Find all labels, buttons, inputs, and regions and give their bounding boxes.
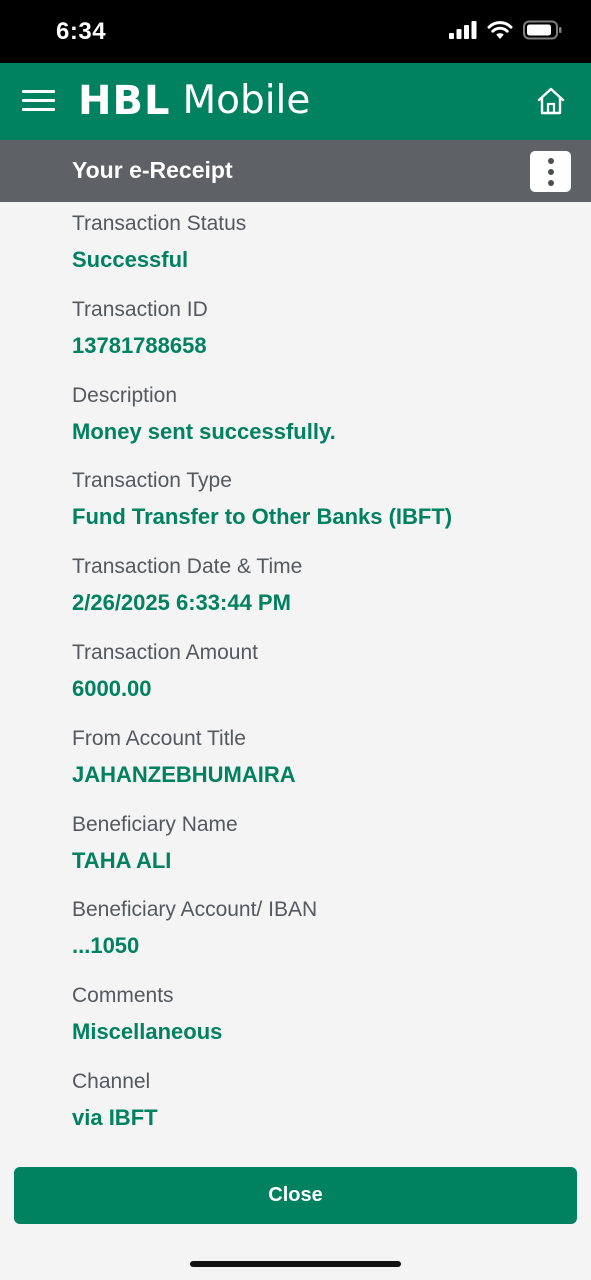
field-from-account-title: From Account Title JAHANZEBHUMAIRA: [72, 725, 572, 811]
field-transaction-status: Transaction Status Successful: [72, 210, 572, 296]
app-header: HBL Mobile: [0, 63, 591, 140]
brand-logo: HBL Mobile: [78, 78, 311, 124]
field-description: Description Money sent successfully.: [72, 382, 572, 468]
field-value: Successful: [72, 247, 189, 272]
field-label: Beneficiary Name: [72, 812, 238, 836]
field-value: JAHANZEBHUMAIRA: [72, 761, 296, 787]
receipt-details: Transaction Status Successful Transactio…: [72, 210, 572, 1154]
field-value: via IBFT: [72, 1104, 158, 1130]
subheader: Your e-Receipt: [0, 140, 591, 202]
field-value: ...1050: [72, 933, 140, 959]
field-label: From Account Title: [72, 726, 246, 750]
status-time: 6:34: [56, 18, 107, 45]
field-transaction-amount: Transaction Amount 6000.00: [72, 639, 572, 725]
field-beneficiary-account: Beneficiary Account/ IBAN ...1050: [72, 896, 572, 982]
field-transaction-datetime: Transaction Date & Time 2/26/2025 6:33:4…: [72, 553, 572, 639]
more-vertical-icon[interactable]: [530, 151, 571, 192]
home-icon[interactable]: [535, 85, 567, 117]
close-button[interactable]: Close: [14, 1167, 577, 1224]
wifi-icon: [487, 20, 513, 39]
field-transaction-id: Transaction ID 13781788658: [72, 296, 572, 382]
page-title: Your e-Receipt: [72, 157, 233, 183]
field-value: 2/26/2025 6:33:44 PM: [72, 590, 291, 616]
field-value: Fund Transfer to Other Banks (IBFT): [72, 504, 453, 530]
cellular-signal-icon: [449, 21, 477, 39]
field-label: Transaction ID: [72, 297, 208, 321]
field-value: Miscellaneous: [72, 1019, 223, 1045]
field-value: 6000.00: [72, 675, 152, 701]
menu-icon[interactable]: [22, 90, 55, 114]
field-label: Transaction Amount: [72, 640, 258, 664]
field-value: 13781788658: [72, 332, 207, 358]
brand-hbl: HBL: [78, 78, 171, 124]
field-label: Channel: [72, 1069, 151, 1093]
field-label: Description: [72, 383, 178, 407]
field-value: TAHA ALI: [72, 847, 172, 873]
status-icons: [449, 20, 563, 40]
field-value: Money sent successfully.: [72, 418, 336, 444]
field-label: Comments: [72, 984, 174, 1008]
field-transaction-type: Transaction Type Fund Transfer to Other …: [72, 467, 572, 553]
field-label: Beneficiary Account/ IBAN: [72, 898, 318, 922]
status-bar: 6:34: [0, 0, 591, 63]
field-comments: Comments Miscellaneous: [72, 982, 572, 1068]
brand-mobile: Mobile: [182, 78, 311, 123]
field-label: Transaction Date & Time: [72, 555, 303, 579]
field-channel: Channel via IBFT: [72, 1068, 572, 1154]
field-beneficiary-name: Beneficiary Name TAHA ALI: [72, 811, 572, 897]
home-indicator: [190, 1261, 401, 1267]
field-label: Transaction Type: [72, 469, 232, 493]
battery-icon: [523, 20, 562, 40]
field-label: Transaction Status: [72, 212, 247, 235]
